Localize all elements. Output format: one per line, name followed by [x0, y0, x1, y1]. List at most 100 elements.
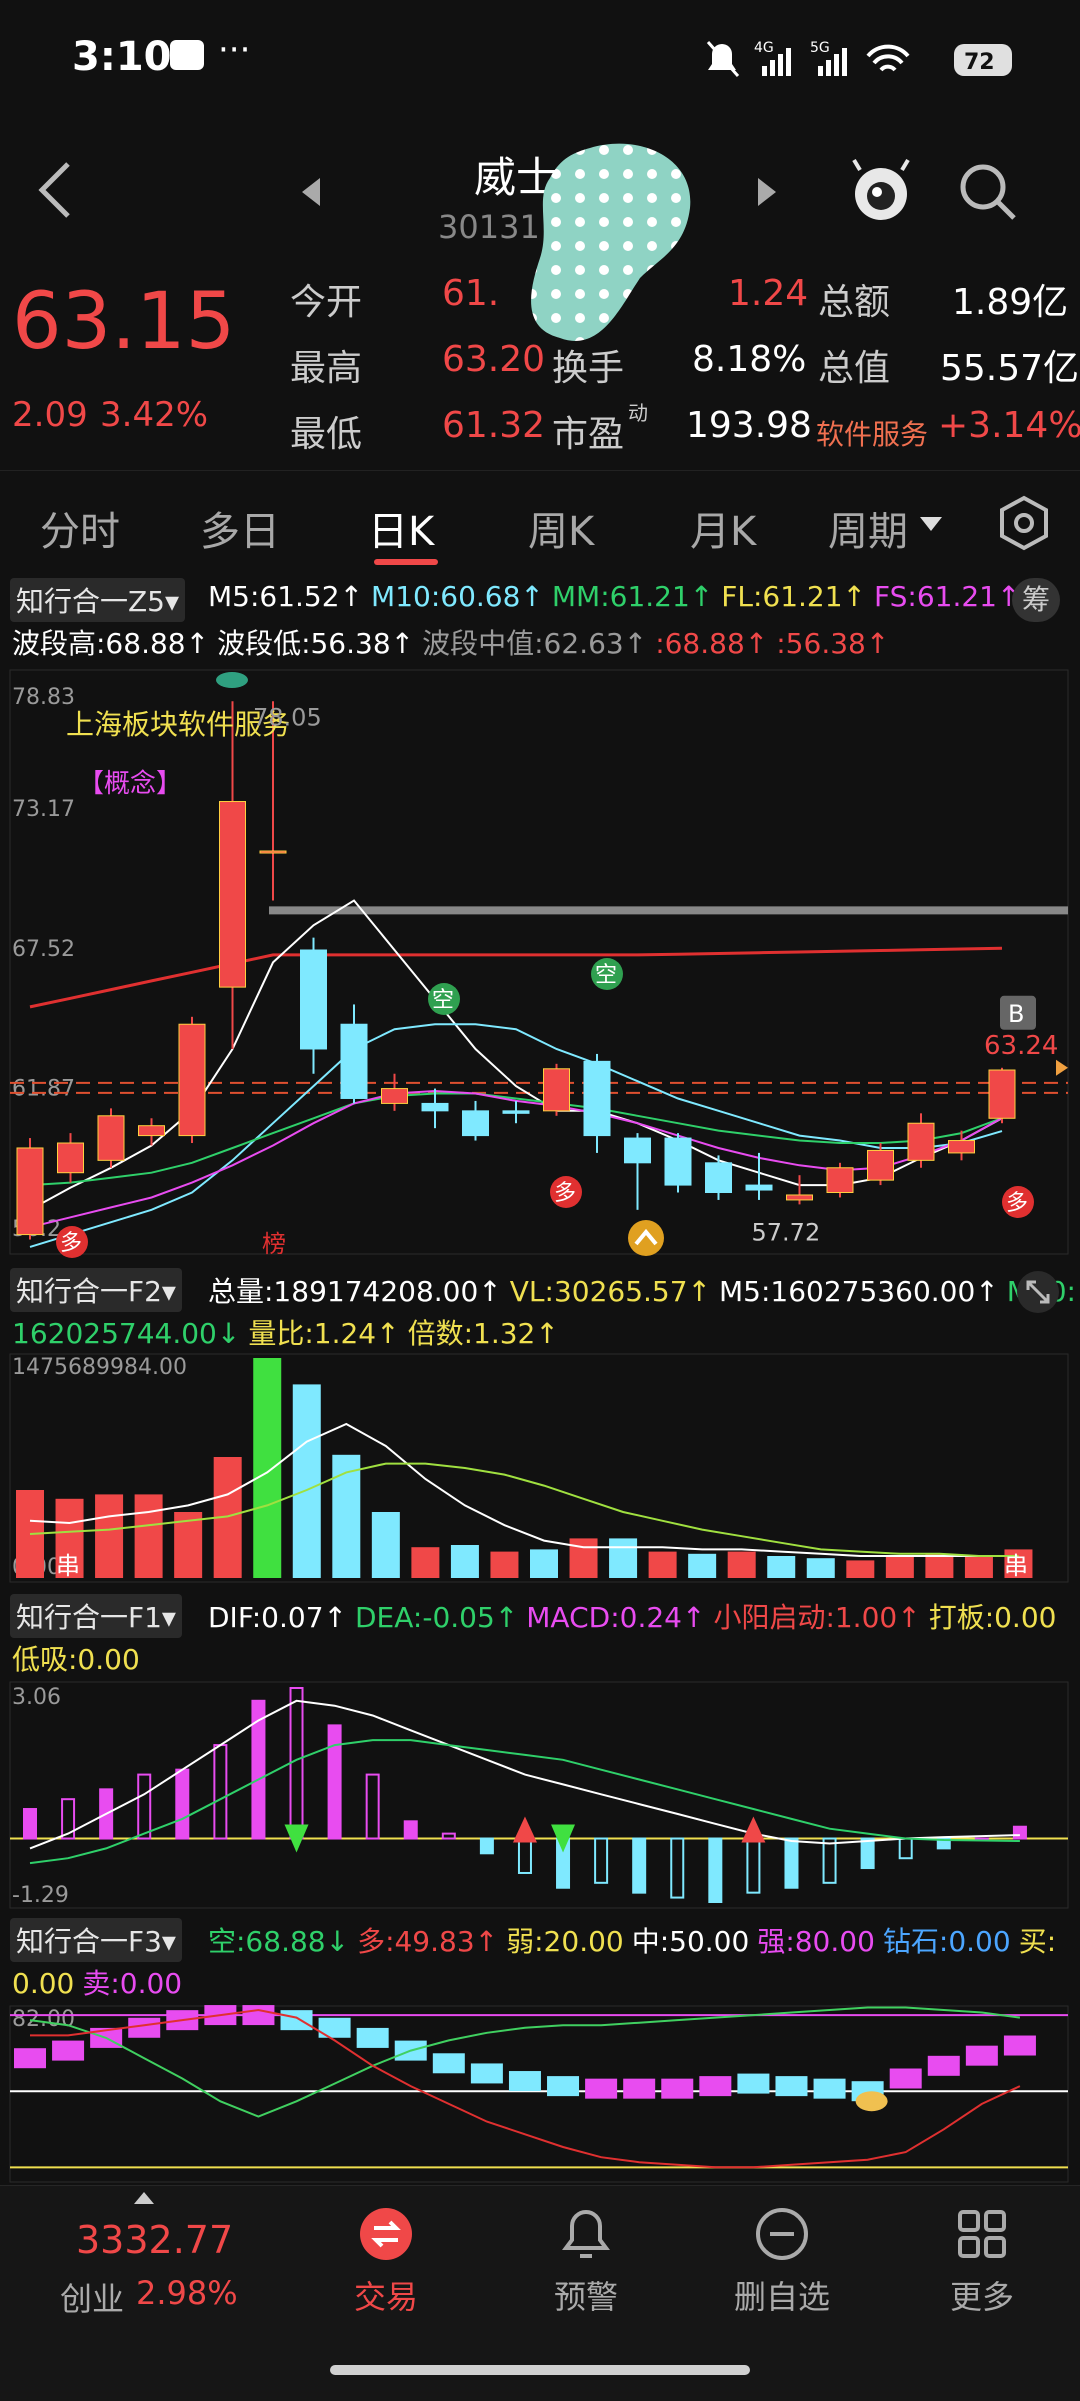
f3-indicator-selector[interactable]: 知行合一F3▾ [10, 1918, 182, 1962]
main-legend-item: :68.88↑ [655, 627, 769, 660]
sector-name[interactable]: 软件服务 [816, 413, 928, 453]
y-axis-label: 73.17 [12, 797, 75, 822]
f3-bar [623, 2078, 656, 2099]
y-axis-label: 78.83 [12, 685, 75, 710]
main-legend-item: :56.38↑ [776, 627, 890, 660]
macd-legend-line2: 低吸:0.00 [12, 1638, 148, 1678]
label-turnover-amount: 总额 [818, 282, 891, 323]
minus-circle-icon [756, 2208, 808, 2260]
volume-legend-line1: 总量:189174208.00↑ VL:30265.57↑ M5:160275360… [208, 1270, 1080, 1310]
app-notification-icon [170, 40, 204, 70]
macd-chart[interactable]: 3.06 -1.29 [0, 1680, 1080, 1910]
volume-bar [609, 1538, 638, 1578]
nav-more[interactable]: 更多 [892, 2206, 1072, 2318]
macd-bar [137, 1773, 152, 1840]
candle-body [138, 1125, 165, 1137]
f3-legend-item: 弱:20.00 [506, 1925, 624, 1958]
value-turnover-rate: 8.18% [692, 339, 807, 380]
index-pct[interactable]: 2.98% [136, 2274, 238, 2312]
macd-bar [517, 1837, 532, 1874]
f3-bar [52, 2040, 85, 2061]
macd-y-bottom: -1.29 [12, 1883, 69, 1908]
main-indicator-selector[interactable]: 知行合一Z5▾ [10, 578, 186, 622]
search-icon[interactable] [956, 160, 1020, 224]
macd-frame [9, 1681, 1069, 1909]
main-legend-item: MM:61.21↑ [551, 580, 714, 613]
macd-bar [670, 1837, 685, 1899]
tab-period[interactable]: 周期 [828, 499, 908, 557]
candle-body [867, 1149, 894, 1181]
long-ma-line [29, 946, 1003, 1009]
next-stock-icon[interactable] [756, 176, 780, 208]
f3-legend-item: 钻石:0.00 [882, 1925, 1011, 1958]
volume-bar [846, 1560, 875, 1578]
main-legend-item: FS:61.21↑ [874, 580, 1021, 613]
tab-timeshare[interactable]: 分时 [40, 499, 120, 557]
main-legend-item: 波段低:56.38↑ [217, 627, 415, 660]
tab-daily-k[interactable]: 日K [368, 499, 434, 557]
macd-legend-item: 打板:0.00 [928, 1601, 1057, 1634]
settings-hexagon-icon[interactable] [996, 495, 1052, 551]
f3-legend: 知行合一F3▾ 空:68.88↓ 多:49.83↑ 弱:20.00 中:50.00 强:… [0, 1912, 1080, 2004]
f3-legend-line1: 空:68.88↓ 多:49.83↑ 弱:20.00 中:50.00 强:80.00 钻石:… [208, 1920, 1064, 1960]
macd-indicator-selector[interactable]: 知行合一F1▾ [10, 1594, 182, 1638]
volume-bar [727, 1551, 756, 1578]
f3-bar [927, 2055, 960, 2076]
more-dots-icon: ··· [218, 30, 251, 70]
nav-remove-watchlist[interactable]: 删自选 [692, 2206, 872, 2318]
f3-legend-item: 强:80.00 [757, 1925, 875, 1958]
candle-body [624, 1137, 651, 1164]
value-turnover-amount: 1.89亿 [952, 282, 1069, 323]
chevron-down-icon[interactable] [918, 515, 944, 535]
long-badge-label: 多 [554, 1181, 576, 1206]
f3-legend-item: 卖:0.00 [82, 1967, 183, 2000]
candle-body [300, 949, 327, 1050]
tab-multi-day[interactable]: 多日 [200, 499, 280, 557]
candle-body [664, 1137, 692, 1186]
tab-monthly-k[interactable]: 月K [690, 499, 756, 557]
macd-indicator-name: 知行合一F1 [16, 1601, 162, 1634]
f3-indicator-name: 知行合一F3 [16, 1925, 162, 1958]
volume-bar [253, 1358, 282, 1578]
candle-body [16, 1147, 44, 1236]
nav-alert[interactable]: 预警 [496, 2206, 676, 2318]
caret-up-icon[interactable] [132, 2190, 156, 2206]
volume-chart[interactable]: 1475689984.000.00串串 [0, 1352, 1080, 1586]
sector-change[interactable]: +3.14% [938, 405, 1080, 446]
main-legend-line1: M5:61.52↑ M10:60.68↑ MM:61.21↑ FL:61.21↑ FS:… [208, 580, 1028, 613]
value-high: 63.20 [442, 339, 546, 380]
volume-indicator-selector[interactable]: 知行合一F2▾ [10, 1268, 182, 1312]
candle-body [340, 1023, 368, 1099]
macd-bar [213, 1744, 228, 1840]
tab-weekly-k[interactable]: 周K [528, 499, 594, 557]
mascot-icon[interactable] [846, 156, 916, 226]
macd-signal-arrow [741, 1816, 766, 1843]
main-legend-item: M5:61.52↑ [208, 580, 364, 613]
net1-label: 4G [754, 40, 774, 56]
label-market-cap: 总值 [818, 348, 891, 389]
macd-legend-item: DEA:-0.05↑ [355, 1601, 519, 1634]
volume-bar [885, 1556, 914, 1578]
expand-icon[interactable] [1016, 1270, 1060, 1314]
wifi-icon [866, 44, 910, 72]
volume-frame [9, 1353, 1069, 1583]
short-badge-label: 空 [595, 963, 617, 988]
back-icon[interactable] [36, 160, 76, 220]
nav-trade[interactable]: 交易 [296, 2206, 476, 2318]
f3-chart[interactable]: 82.00 [0, 2004, 1080, 2184]
index-value[interactable]: 3332.77 [76, 2218, 233, 2262]
f3-frame [9, 2005, 1069, 2183]
short-badge-label: 空 [432, 988, 454, 1013]
volume-bar [806, 1558, 835, 1578]
chip-distribution-button[interactable]: 筹 [1012, 578, 1060, 622]
volume-bar [530, 1549, 558, 1578]
macd-legend-item: 小阳启动:1.00↑ [713, 1601, 921, 1634]
volume-indicator-name: 知行合一F2 [16, 1275, 162, 1308]
battery-level: 72 [964, 50, 995, 75]
volume-bar [688, 1553, 717, 1578]
index-name[interactable]: 创业 [60, 2274, 124, 2320]
main-legend-item: 波段高:68.88↑ [12, 627, 210, 660]
kline-chart[interactable]: 78.8373.1767.5261.8756.2上海板块软件服务【概念】78.0… [0, 662, 1080, 1262]
prev-stock-icon[interactable] [298, 176, 322, 208]
ma5-line [29, 899, 1003, 1211]
